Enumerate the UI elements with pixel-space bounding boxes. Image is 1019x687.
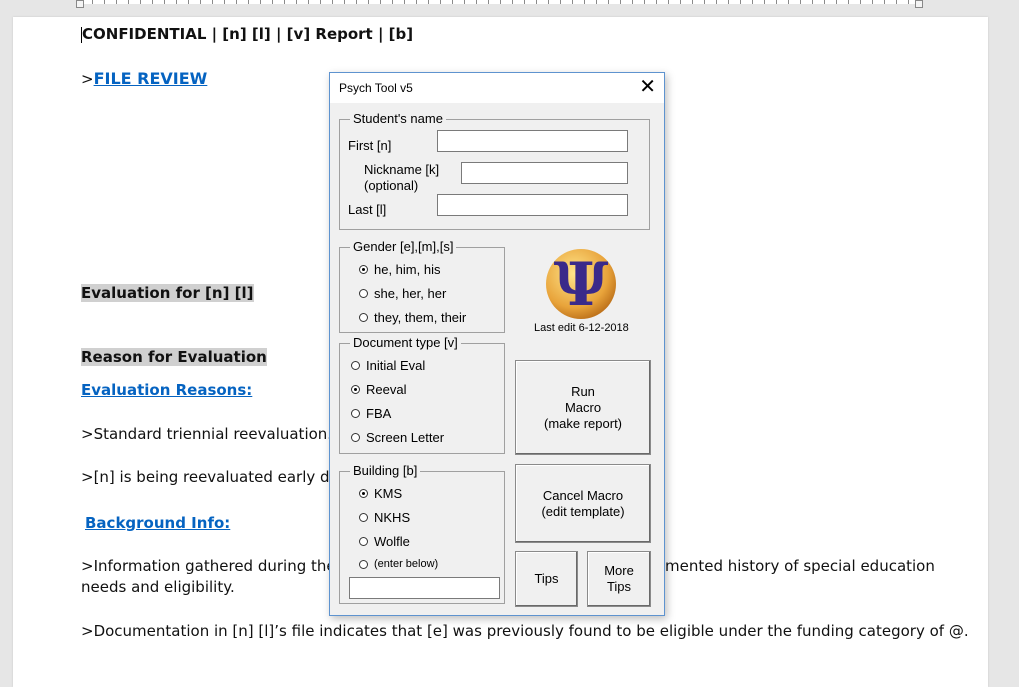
last-edit-label: Last edit 6-12-2018 (534, 322, 629, 334)
radio-icon[interactable] (359, 513, 368, 522)
radio-selected-icon[interactable] (351, 385, 360, 394)
students-name-frame: Student's name First [n] Nickname [k] (o… (339, 111, 650, 230)
first-name-field[interactable] (437, 130, 628, 152)
gender-option-he[interactable]: he, him, his (359, 262, 440, 277)
right-indent-marker[interactable] (915, 0, 923, 8)
document-type-label: Document type [v] (350, 335, 461, 350)
building-option-wolfle[interactable]: Wolfle (359, 534, 410, 549)
radio-selected-icon[interactable] (359, 265, 368, 274)
evaluation-for-line[interactable]: Evaluation for [n] [l] (81, 284, 254, 302)
building-option-enter-below[interactable]: (enter below) (359, 558, 438, 570)
confidential-header[interactable]: CONFIDENTIAL | [n] [l] | [v] Report | [b… (81, 25, 413, 43)
horizontal-ruler[interactable] (0, 0, 1019, 8)
nickname-input[interactable] (462, 163, 627, 183)
needs-eligibility-line[interactable]: needs and eligibility. (81, 578, 235, 596)
file-review-line[interactable]: >FILE REVIEW (81, 69, 207, 88)
radio-icon[interactable] (359, 537, 368, 546)
building-frame: Building [b] KMS NKHS Wolfle (enter belo… (339, 463, 505, 604)
gender-frame: Gender [e],[m],[s] he, him, his she, her… (339, 239, 505, 333)
radio-icon[interactable] (351, 409, 360, 418)
doctype-option-screen-letter[interactable]: Screen Letter (351, 430, 444, 445)
last-name-input[interactable] (438, 195, 627, 215)
radio-icon[interactable] (351, 361, 360, 370)
close-icon[interactable]: ✕ (639, 76, 656, 98)
building-option-kms[interactable]: KMS (359, 486, 402, 501)
students-name-label: Student's name (350, 111, 446, 126)
doctype-option-fba[interactable]: FBA (351, 406, 391, 421)
tips-button[interactable]: Tips (515, 551, 578, 607)
nickname-label: Nickname [k] (364, 162, 440, 177)
background-info-link[interactable]: Background Info: (85, 514, 230, 532)
dialog-title: Psych Tool v5 (339, 81, 413, 95)
building-label: Building [b] (350, 463, 421, 478)
doctype-option-initial-eval[interactable]: Initial Eval (351, 358, 425, 373)
run-macro-button[interactable]: Run Macro (make report) (515, 360, 651, 455)
documentation-line[interactable]: >Documentation in [n] [l]’s file indicat… (81, 622, 969, 640)
document-type-frame: Document type [v] Initial Eval Reeval FB… (339, 335, 505, 454)
reevaluated-early-line[interactable]: >[n] is being reevaluated early due (81, 468, 348, 486)
info-gathered-line-end[interactable]: mented history of special education (665, 557, 935, 575)
standard-triennial-line[interactable]: >Standard triennial reevaluation. (81, 425, 332, 443)
psi-logo-icon: Ψ (546, 249, 616, 320)
radio-icon[interactable] (359, 289, 368, 298)
radio-icon[interactable] (351, 433, 360, 442)
last-name-field[interactable] (437, 194, 628, 216)
ruler-scale (80, 0, 920, 4)
gender-label: Gender [e],[m],[s] (350, 239, 457, 254)
info-gathered-line-start[interactable]: >Information gathered during the c (81, 557, 349, 575)
nickname-optional-label: (optional) (364, 178, 419, 193)
nickname-field[interactable] (461, 162, 628, 184)
doctype-option-reeval[interactable]: Reeval (351, 382, 406, 397)
radio-icon[interactable] (359, 559, 368, 569)
evaluation-reasons-link[interactable]: Evaluation Reasons: (81, 381, 252, 399)
first-name-label: First [n] (348, 138, 392, 153)
last-name-label: Last [l] (348, 202, 387, 217)
cancel-macro-button[interactable]: Cancel Macro (edit template) (515, 464, 651, 543)
dialog-titlebar[interactable]: Psych Tool v5 ✕ (330, 73, 664, 103)
psi-symbol-icon: Ψ (554, 250, 609, 320)
gender-option-they[interactable]: they, them, their (359, 310, 466, 325)
more-tips-button[interactable]: More Tips (587, 551, 651, 607)
building-option-nkhs[interactable]: NKHS (359, 510, 410, 525)
psych-tool-dialog[interactable]: Psych Tool v5 ✕ Student's name First [n]… (329, 72, 665, 616)
building-other-field[interactable] (349, 577, 500, 599)
psi-glyph: Ψ (554, 250, 609, 319)
file-review-link[interactable]: FILE REVIEW (94, 69, 208, 88)
left-indent-marker[interactable] (76, 0, 84, 8)
building-other-input[interactable] (350, 578, 499, 598)
first-name-input[interactable] (438, 131, 627, 151)
reason-heading[interactable]: Reason for Evaluation (81, 348, 267, 366)
gender-option-she[interactable]: she, her, her (359, 286, 446, 301)
radio-icon[interactable] (359, 313, 368, 322)
radio-selected-icon[interactable] (359, 489, 368, 498)
